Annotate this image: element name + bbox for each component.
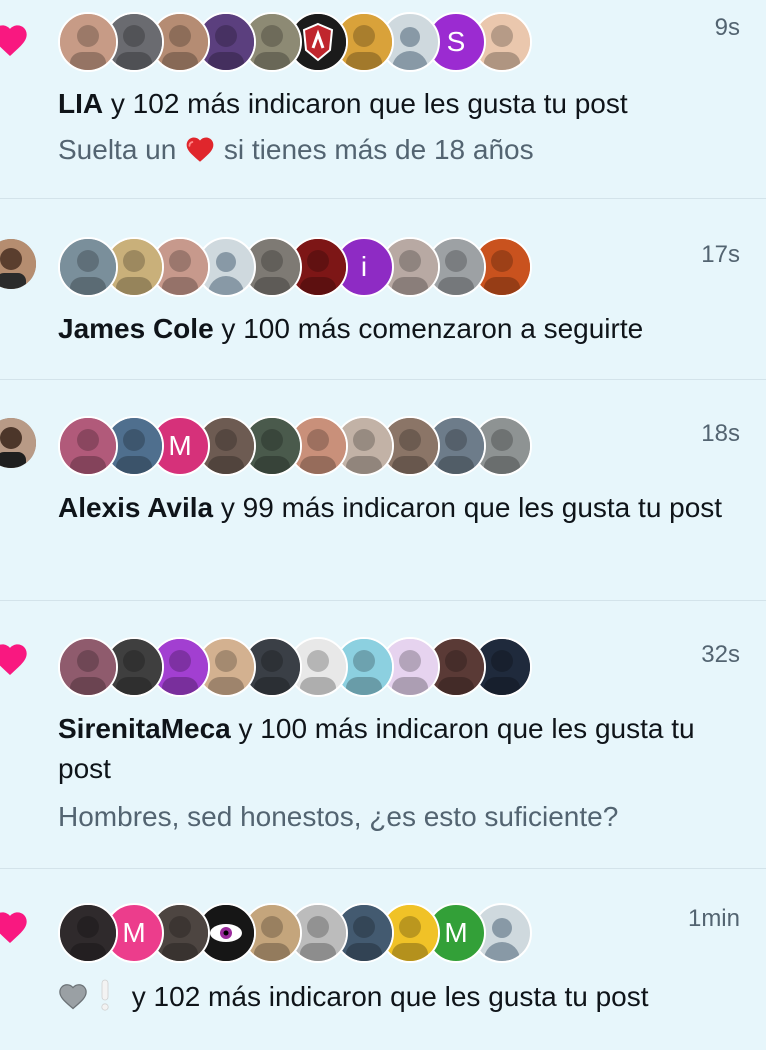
user-avatar[interactable] xyxy=(58,12,118,72)
notification-item[interactable]: 32s SirenitaMeca y 100 más indicaron que… xyxy=(0,601,766,869)
timestamp: 9s xyxy=(714,14,740,41)
action-text: y 102 más indicaron que les gusta tu pos… xyxy=(124,981,649,1012)
notification-item[interactable]: MM 1min y 102 más indicaron que les gust… xyxy=(0,869,766,1050)
user-avatar[interactable] xyxy=(58,903,118,963)
user-avatar[interactable] xyxy=(58,237,118,297)
heart-icon xyxy=(0,639,30,679)
user-avatar[interactable] xyxy=(58,637,118,697)
notification-item[interactable]: S 9s LIA y 102 más indicaron que les gus… xyxy=(0,0,766,199)
action-text: y 99 más indicaron que les gusta tu post xyxy=(213,492,723,523)
red-heart-emoji-icon xyxy=(186,137,214,162)
notification-text: y 102 más indicaron que les gusta tu pos… xyxy=(58,977,746,1017)
grey-heart-emoji-icon xyxy=(59,984,87,1010)
actor-name[interactable]: James Cole xyxy=(58,313,214,344)
post-preview[interactable]: Hombres, sed honestos, ¿es esto suficien… xyxy=(58,797,746,837)
post-preview-text-end: si tienes más de 18 años xyxy=(216,134,534,165)
notification-text: SirenitaMeca y 100 más indicaron que les… xyxy=(58,709,746,789)
post-preview-text-start: Suelta un xyxy=(58,134,185,165)
actor-name[interactable]: SirenitaMeca xyxy=(58,713,231,744)
heart-icon xyxy=(0,907,30,947)
follower-avatar[interactable] xyxy=(0,239,36,289)
timestamp: 32s xyxy=(701,641,740,668)
timestamp: 18s xyxy=(701,420,740,447)
actor-avatar[interactable] xyxy=(0,418,36,468)
white-exclamation-emoji-icon xyxy=(101,979,109,1011)
action-text: y 102 más indicaron que les gusta tu pos… xyxy=(103,88,628,119)
post-preview[interactable]: Suelta un si tienes más de 18 años xyxy=(58,130,746,170)
user-avatar[interactable] xyxy=(58,416,118,476)
heart-icon xyxy=(0,20,30,60)
timestamp: 1min xyxy=(687,905,740,932)
notification-text: Alexis Avila y 99 más indicaron que les … xyxy=(58,488,746,528)
notification-item[interactable]: i 17s James Cole y 100 más comenzaron a … xyxy=(0,199,766,380)
actor-name[interactable]: LIA xyxy=(58,88,103,119)
timestamp: 17s xyxy=(701,241,740,268)
notification-text: LIA y 102 más indicaron que les gusta tu… xyxy=(58,84,746,124)
actor-name[interactable]: Alexis Avila xyxy=(58,492,213,523)
action-text: y 100 más comenzaron a seguirte xyxy=(213,313,644,344)
notification-item[interactable]: M 18s Alexis Avila y 99 más indicaron qu… xyxy=(0,380,766,601)
notification-text: James Cole y 100 más comenzaron a seguir… xyxy=(58,309,746,349)
